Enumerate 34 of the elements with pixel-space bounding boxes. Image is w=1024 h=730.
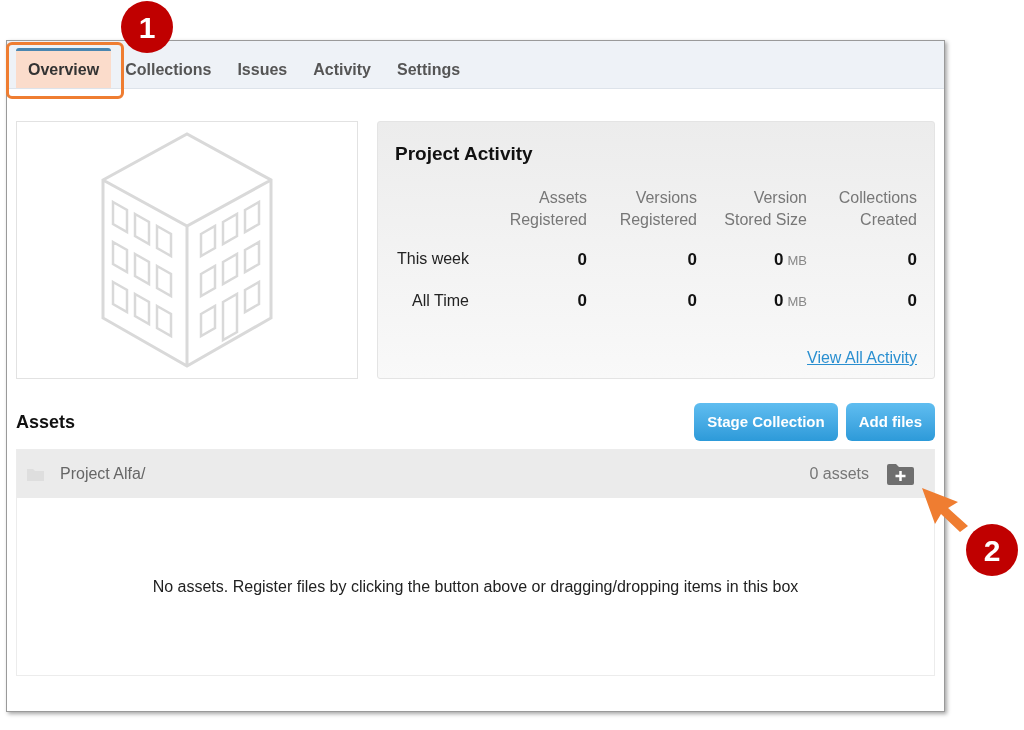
view-all-activity-link[interactable]: View All Activity xyxy=(807,346,917,370)
column-header: Collections Created xyxy=(837,187,917,230)
row-label: This week xyxy=(395,249,469,270)
stat-value: 0 xyxy=(907,248,917,271)
stat-value: 0 xyxy=(907,290,917,312)
callout-number: 2 xyxy=(966,524,1018,576)
pointer-arrow xyxy=(920,486,970,534)
stat-value: 0 xyxy=(577,290,587,312)
folder-row[interactable]: Project Alfa/ 0 assets xyxy=(17,450,934,498)
tab[interactable]: Issues xyxy=(225,55,300,88)
column-header: Version Stored Size xyxy=(723,187,807,230)
tab[interactable]: Settings xyxy=(385,55,473,88)
callout-number: 1 xyxy=(121,1,173,53)
empty-message: No assets. Register files by clicking the button above or dragging/dropping items in this box xyxy=(152,576,799,597)
unit-label: MB xyxy=(787,293,807,311)
column-header: Assets Registered xyxy=(508,187,587,230)
stat-value: 0 xyxy=(577,248,587,271)
column-header: Versions Registered xyxy=(618,187,697,230)
stat-value: 0 xyxy=(774,248,784,271)
add-folder-button[interactable] xyxy=(887,463,914,485)
panel-title: Project Activity xyxy=(395,142,534,166)
stat-value: 0 xyxy=(687,290,697,312)
row-label: All Time xyxy=(411,290,469,311)
folder-plus-icon xyxy=(887,463,914,485)
stat-value: 0 xyxy=(774,290,784,312)
stat-value: 0 xyxy=(687,248,697,271)
tab[interactable]: Overview xyxy=(16,48,112,88)
tab[interactable]: Activity xyxy=(301,55,383,88)
unit-label: MB xyxy=(787,251,807,270)
tab[interactable]: Collections xyxy=(113,55,224,88)
folder-name: Project Alfa/ xyxy=(60,464,146,484)
section-title: Assets xyxy=(16,410,76,434)
building-icon xyxy=(101,132,273,368)
asset-count: 0 assets xyxy=(809,464,869,484)
